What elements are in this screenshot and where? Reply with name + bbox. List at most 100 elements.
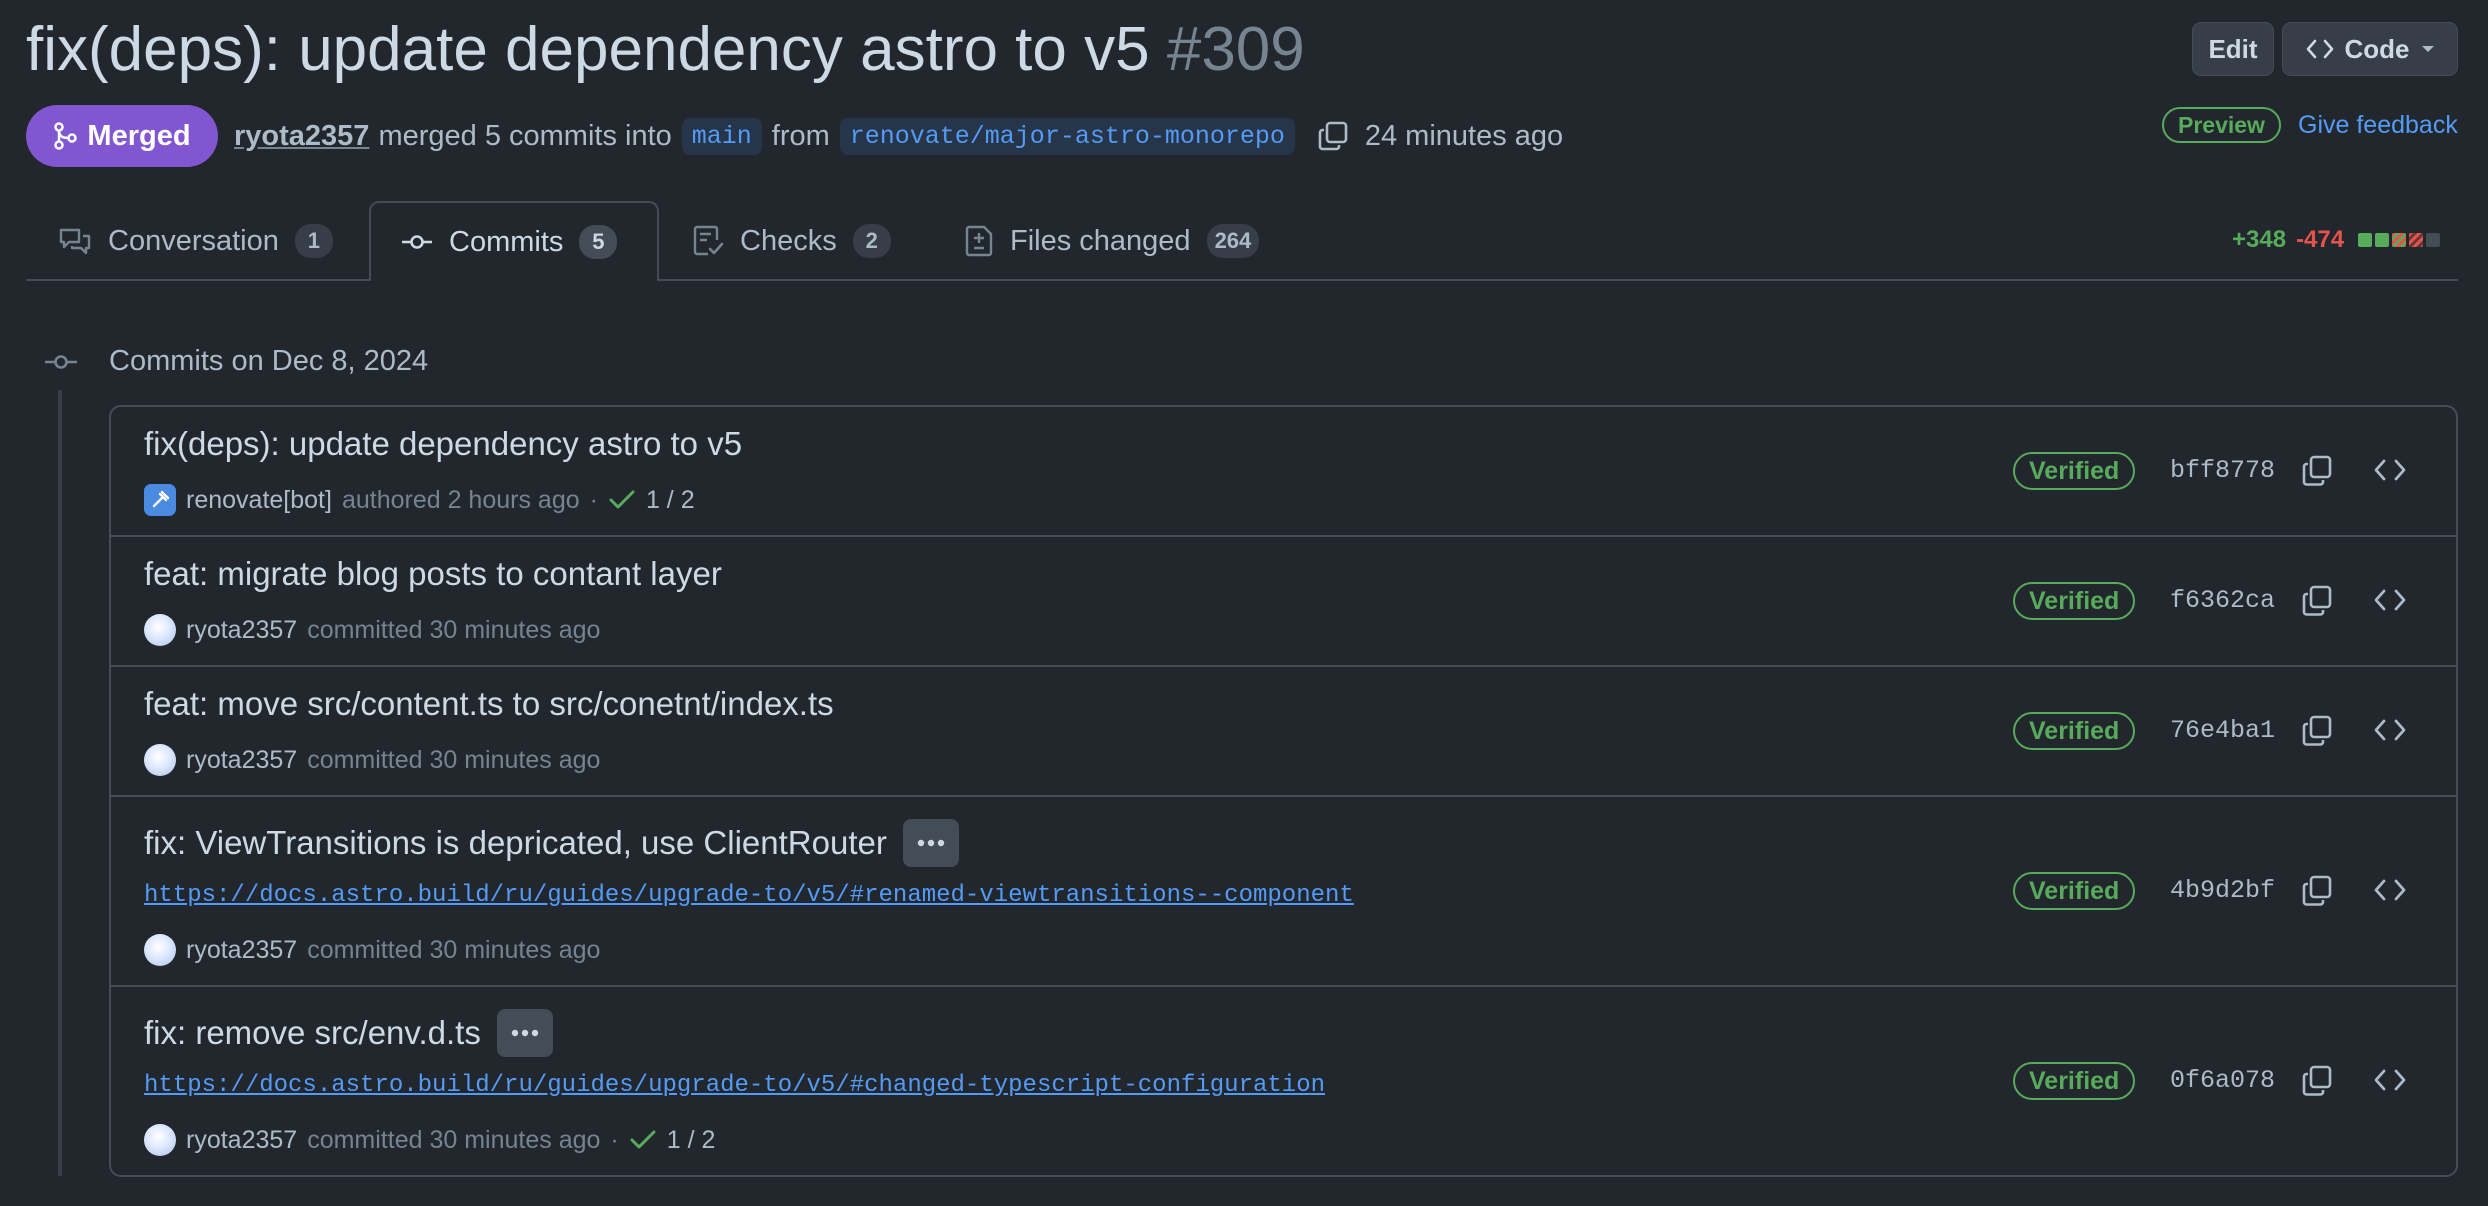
copy-icon[interactable] bbox=[2301, 584, 2333, 618]
commit-message-link[interactable]: feat: migrate blog posts to contant laye… bbox=[144, 555, 722, 593]
give-feedback-link[interactable]: Give feedback bbox=[2298, 108, 2458, 142]
tab-conversation[interactable]: Conversation 1 bbox=[58, 202, 333, 280]
list-item: fix: remove src/env.d.ts https://docs.as… bbox=[111, 987, 2456, 1175]
merged-time: 24 minutes ago bbox=[1364, 119, 1564, 152]
commit-action: committed 30 minutes ago bbox=[307, 935, 601, 964]
commit-message[interactable]: fix: ViewTransitions is depricated, use … bbox=[144, 824, 887, 862]
pr-meta: ryota2357 merged 5 commits into main fro… bbox=[234, 110, 1563, 162]
copy-icon[interactable] bbox=[2301, 714, 2333, 748]
checklist-icon bbox=[692, 224, 724, 258]
avatar[interactable] bbox=[144, 614, 176, 646]
expand-description-button[interactable] bbox=[496, 1009, 553, 1057]
commit-description-link[interactable]: https://docs.astro.build/ru/guides/upgra… bbox=[144, 1072, 1325, 1099]
commit-author[interactable]: ryota2357 bbox=[186, 936, 297, 965]
commit-author[interactable]: renovate[bot] bbox=[186, 486, 332, 515]
browse-code-icon[interactable] bbox=[2373, 457, 2407, 483]
tab-label: Conversation bbox=[108, 224, 279, 257]
kebab-horizontal-icon bbox=[917, 839, 945, 847]
commit-message[interactable]: feat: move src/content.ts to src/conetnt… bbox=[144, 685, 834, 723]
commit-author[interactable]: ryota2357 bbox=[186, 616, 297, 645]
tab-counter: 1 bbox=[294, 224, 333, 258]
commit-sha[interactable]: 76e4ba1 bbox=[2170, 716, 2275, 745]
avatar[interactable] bbox=[144, 744, 176, 776]
additions-count: +348 bbox=[2232, 226, 2287, 253]
checks-status[interactable]: 1 / 2 bbox=[646, 486, 695, 515]
deletions-count: -474 bbox=[2296, 226, 2345, 253]
commit-message-link[interactable]: feat: move src/content.ts to src/conetnt… bbox=[144, 685, 834, 723]
expand-description-button[interactable] bbox=[902, 819, 959, 867]
verified-badge[interactable]: Verified bbox=[2013, 872, 2136, 910]
tab-commits[interactable]: Commits 5 bbox=[369, 201, 659, 281]
browse-code-icon[interactable] bbox=[2373, 877, 2407, 903]
commit-author[interactable]: ryota2357 bbox=[186, 746, 297, 775]
head-branch[interactable]: renovate/major-astro-monorepo bbox=[839, 117, 1295, 155]
git-commit-icon bbox=[401, 232, 433, 252]
tab-label: Files changed bbox=[1010, 224, 1191, 257]
commit-action: committed 30 minutes ago bbox=[307, 745, 601, 774]
commit-message[interactable]: feat: migrate blog posts to contant laye… bbox=[144, 555, 722, 593]
diff-box-mixed bbox=[2392, 233, 2407, 247]
status-label: Merged bbox=[87, 119, 191, 152]
commit-message[interactable]: fix(deps): update dependency astro to v5 bbox=[144, 425, 742, 463]
commit-sha[interactable]: 4b9d2bf bbox=[2170, 876, 2275, 905]
verified-badge[interactable]: Verified bbox=[2013, 452, 2136, 490]
list-item: fix(deps): update dependency astro to v5… bbox=[111, 407, 2456, 537]
commit-description-link[interactable]: https://docs.astro.build/ru/guides/upgra… bbox=[144, 882, 1354, 909]
tab-label: Commits bbox=[449, 225, 564, 258]
preview-badge: Preview bbox=[2162, 107, 2281, 143]
diffstat-bar bbox=[2358, 233, 2441, 247]
commit-info: renovate[bot] authored 2 hours ago · 1 /… bbox=[144, 484, 695, 516]
chevron-down-icon bbox=[2420, 44, 2436, 54]
copy-icon[interactable] bbox=[2301, 454, 2333, 488]
commit-message-link[interactable]: fix: ViewTransitions is depricated, use … bbox=[144, 817, 959, 869]
from-text: from bbox=[771, 119, 830, 152]
code-icon bbox=[2305, 37, 2335, 61]
tab-counter: 2 bbox=[852, 224, 891, 258]
separator: · bbox=[610, 1125, 619, 1154]
list-item: feat: migrate blog posts to contant laye… bbox=[111, 537, 2456, 667]
commit-sha[interactable]: f6362ca bbox=[2170, 586, 2275, 615]
verified-badge[interactable]: Verified bbox=[2013, 1062, 2136, 1100]
check-icon[interactable] bbox=[608, 489, 636, 511]
tab-counter: 264 bbox=[1206, 224, 1260, 258]
separator: · bbox=[589, 485, 598, 514]
avatar[interactable] bbox=[144, 934, 176, 966]
tab-files-changed[interactable]: Files changed 264 bbox=[964, 202, 1260, 280]
commit-info: ryota2357 committed 30 minutes ago · 1 /… bbox=[144, 1124, 715, 1156]
code-button[interactable]: Code bbox=[2282, 22, 2458, 76]
tab-checks[interactable]: Checks 2 bbox=[692, 202, 891, 280]
pr-title: fix(deps): update dependency astro to v5 bbox=[26, 15, 1150, 84]
diff-box-neutral bbox=[2426, 233, 2441, 247]
avatar[interactable] bbox=[144, 1124, 176, 1156]
timeline-bar bbox=[58, 390, 62, 1176]
base-branch[interactable]: main bbox=[681, 117, 762, 155]
status-badge: Merged bbox=[26, 105, 218, 167]
commit-message-link[interactable]: fix(deps): update dependency astro to v5 bbox=[144, 425, 742, 463]
check-icon[interactable] bbox=[629, 1129, 657, 1151]
browse-code-icon[interactable] bbox=[2373, 717, 2407, 743]
commit-sha[interactable]: 0f6a078 bbox=[2170, 1066, 2275, 1095]
page-title: fix(deps): update dependency astro to v5… bbox=[26, 10, 1305, 90]
verified-badge[interactable]: Verified bbox=[2013, 582, 2136, 620]
diff-box-added bbox=[2375, 233, 2390, 247]
copy-branch-icon[interactable] bbox=[1317, 120, 1349, 152]
copy-icon[interactable] bbox=[2301, 874, 2333, 908]
commit-message[interactable]: fix: remove src/env.d.ts bbox=[144, 1014, 481, 1052]
commit-action: committed 30 minutes ago bbox=[307, 615, 601, 644]
commit-author[interactable]: ryota2357 bbox=[186, 1126, 297, 1155]
browse-code-icon[interactable] bbox=[2373, 587, 2407, 613]
merge-icon bbox=[53, 122, 78, 150]
commit-message-link[interactable]: fix: remove src/env.d.ts bbox=[144, 1007, 553, 1059]
verified-badge[interactable]: Verified bbox=[2013, 712, 2136, 750]
browse-code-icon[interactable] bbox=[2373, 1067, 2407, 1093]
checks-status[interactable]: 1 / 2 bbox=[667, 1126, 716, 1155]
diff-box-deleted bbox=[2409, 233, 2424, 247]
kebab-horizontal-icon bbox=[511, 1029, 539, 1037]
commit-sha[interactable]: bff8778 bbox=[2170, 456, 2275, 485]
copy-icon[interactable] bbox=[2301, 1064, 2333, 1098]
avatar[interactable] bbox=[144, 484, 176, 516]
tab-label: Checks bbox=[740, 224, 837, 257]
author-link[interactable]: ryota2357 bbox=[234, 120, 369, 153]
commits-date-heading: Commits on Dec 8, 2024 bbox=[109, 345, 429, 377]
edit-button[interactable]: Edit bbox=[2192, 22, 2274, 76]
